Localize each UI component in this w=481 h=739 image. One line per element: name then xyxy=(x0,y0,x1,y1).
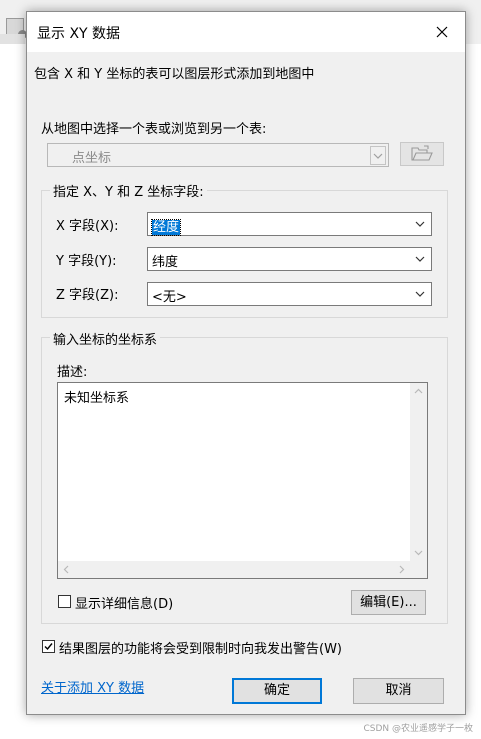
cancel-button[interactable]: 取消 xyxy=(353,678,444,704)
browse-button[interactable] xyxy=(400,142,444,166)
horizontal-scrollbar[interactable] xyxy=(58,561,410,578)
choose-table-label: 从地图中选择一个表或浏览到另一个表: xyxy=(41,122,267,137)
coord-system-group-label: 输入坐标的坐标系 xyxy=(50,329,161,348)
y-field-value: 纬度 xyxy=(152,255,179,270)
y-field-select[interactable]: 纬度 xyxy=(147,247,432,271)
show-details-checkbox[interactable] xyxy=(58,595,71,608)
watermark-text: CSDN @农业遥感学子一枚 xyxy=(363,724,473,734)
table-select-value: 点坐标 xyxy=(72,151,112,166)
ok-button[interactable]: 确定 xyxy=(232,678,322,704)
y-field-label: Y 字段(Y): xyxy=(56,254,117,269)
table-select-arrow xyxy=(370,146,386,165)
show-details-label: 显示详细信息(D) xyxy=(75,597,174,612)
warning-checkbox-label: 结果图层的功能将会受到限制时向我发出警告(W) xyxy=(59,642,342,657)
display-xy-data-dialog: 显示 XY 数据 包含 X 和 Y 坐标的表可以图层形式添加到地图中 从地图中选… xyxy=(26,11,466,715)
scroll-arrow-icon xyxy=(63,565,69,574)
coord-description-text: 未知坐标系 xyxy=(64,391,130,406)
fields-group-label: 指定 X、Y 和 Z 坐标字段: xyxy=(50,181,207,200)
chevron-down-icon xyxy=(415,256,425,262)
folder-open-icon xyxy=(411,145,433,161)
table-select[interactable]: 点坐标 xyxy=(47,143,389,167)
z-field-value: <无> xyxy=(152,290,187,305)
scroll-arrow-icon xyxy=(414,550,423,556)
scrollbar-corner xyxy=(410,561,427,578)
x-field-label: X 字段(X): xyxy=(56,219,119,234)
scroll-arrow-icon xyxy=(399,565,405,574)
title-bar: 显示 XY 数据 xyxy=(27,12,465,52)
chevron-down-icon xyxy=(373,153,383,159)
warning-checkbox[interactable] xyxy=(42,640,55,653)
x-field-select[interactable]: 经度 xyxy=(147,212,432,236)
edit-button[interactable]: 编辑(E)... xyxy=(351,590,426,615)
z-field-label: Z 字段(Z): xyxy=(56,288,119,303)
close-icon xyxy=(436,26,448,38)
x-field-value: 经度 xyxy=(150,219,182,236)
background-tab xyxy=(0,34,25,44)
chevron-down-icon xyxy=(415,291,425,297)
vertical-scrollbar[interactable] xyxy=(410,383,427,561)
scroll-arrow-icon xyxy=(414,388,423,394)
about-link[interactable]: 关于添加 XY 数据 xyxy=(41,677,144,696)
description-label: 描述: xyxy=(57,365,88,380)
z-field-select[interactable]: <无> xyxy=(147,282,432,306)
checkmark-icon xyxy=(44,643,53,651)
coord-description-textarea[interactable]: 未知坐标系 xyxy=(57,382,428,579)
chevron-down-icon xyxy=(415,221,425,227)
close-button[interactable] xyxy=(419,12,465,52)
dialog-title: 显示 XY 数据 xyxy=(37,26,121,42)
description-text: 包含 X 和 Y 坐标的表可以图层形式添加到地图中 xyxy=(34,67,315,82)
